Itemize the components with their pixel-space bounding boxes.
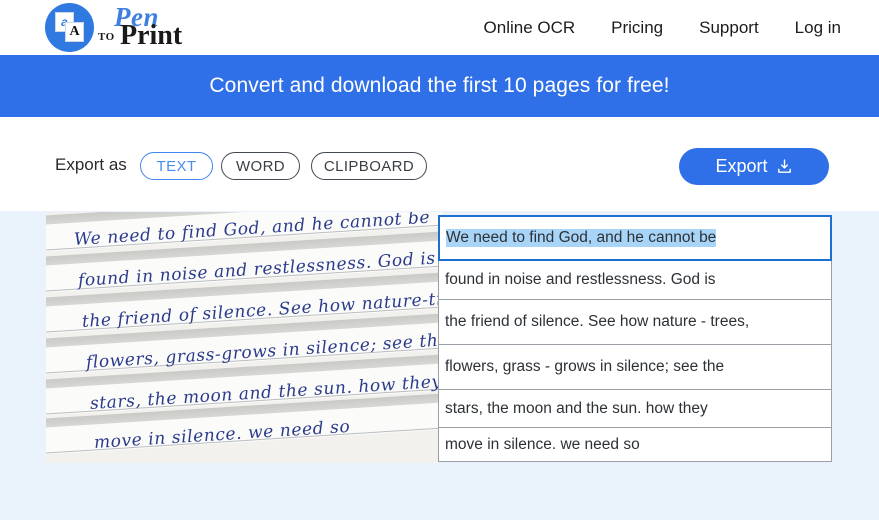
ocr-text-row-content: the friend of silence. See how nature - … <box>445 313 750 330</box>
ocr-text-row-content: found in noise and restlessness. God is <box>445 271 716 288</box>
ocr-text-row[interactable]: We need to find God, and he cannot be <box>438 215 832 261</box>
export-button-label: Export <box>715 156 768 176</box>
pen-to-print-logo-icon: a A <box>45 2 94 52</box>
page-root: a A Pen TO Print Online OCR Pricing Supp… <box>0 0 879 520</box>
export-as-label: Export as <box>55 155 127 174</box>
promo-banner: Convert and download the first 10 pages … <box>0 55 879 117</box>
site-header: a A Pen TO Print Online OCR Pricing Supp… <box>0 0 879 55</box>
format-option-text[interactable]: TEXT <box>140 152 213 180</box>
logo[interactable]: a A Pen TO Print <box>45 1 223 53</box>
wordmark-print: Print <box>120 20 183 51</box>
ocr-text-row[interactable]: flowers, grass - grows in silence; see t… <box>438 345 832 390</box>
logo-page-front: A <box>65 21 84 42</box>
format-option-clipboard[interactable]: CLIPBOARD <box>311 152 427 180</box>
ocr-text-row-content: We need to find God, and he cannot be <box>446 229 717 247</box>
promo-banner-text: Convert and download the first 10 pages … <box>209 74 670 97</box>
ocr-text-row-content: flowers, grass - grows in silence; see t… <box>445 358 725 375</box>
main-nav: Online OCR Pricing Support Log in <box>466 0 841 55</box>
ocr-text-row[interactable]: found in noise and restlessness. God is <box>438 261 832 300</box>
ocr-text-row-content: stars, the moon and the sun. how they <box>445 399 708 417</box>
ocr-text-row[interactable]: move in silence. we need so <box>438 428 832 462</box>
export-button[interactable]: Export <box>679 148 829 185</box>
nav-link-pricing[interactable]: Pricing <box>593 18 681 38</box>
nav-link-online-ocr[interactable]: Online OCR <box>466 18 594 38</box>
format-option-word[interactable]: WORD <box>221 152 300 180</box>
nav-link-log-in[interactable]: Log in <box>777 18 841 38</box>
ocr-text-row[interactable]: the friend of silence. See how nature - … <box>438 300 832 345</box>
wordmark-to: TO <box>98 31 115 43</box>
logo-wordmark: Pen TO Print <box>98 2 223 52</box>
download-icon <box>777 159 791 173</box>
scanned-document-image[interactable]: We need to find God, and he cannot be fou… <box>46 212 442 463</box>
nav-link-support[interactable]: Support <box>681 18 777 38</box>
ocr-text-row-content: move in silence. we need so <box>445 435 640 453</box>
ocr-text-row[interactable]: stars, the moon and the sun. how they <box>438 390 832 428</box>
ocr-text-panel: We need to find God, and he cannot be fou… <box>438 215 832 462</box>
